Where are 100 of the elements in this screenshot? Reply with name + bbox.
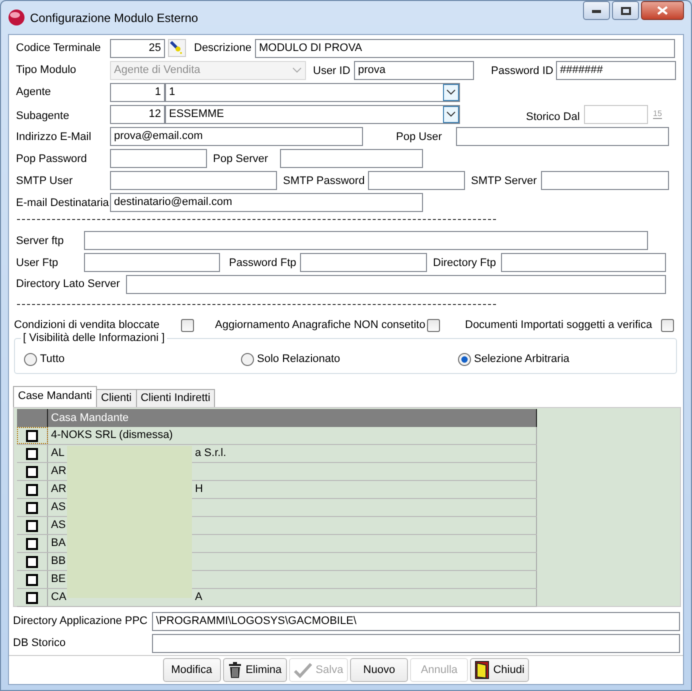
field-label: Password ID — [491, 64, 554, 80]
text-field[interactable] — [110, 170, 277, 190]
toolbar-button[interactable]: Chiudi — [470, 658, 530, 682]
text-field[interactable] — [368, 170, 465, 190]
row-checkbox[interactable] — [26, 574, 38, 586]
checkbox[interactable] — [181, 318, 194, 332]
minimize-button[interactable] — [583, 1, 610, 20]
field-label: Descrizione — [194, 40, 252, 56]
field-label: Directory Lato Server — [16, 276, 121, 292]
row-checkbox[interactable] — [26, 520, 38, 532]
app-logo-icon — [8, 9, 25, 26]
table-cell-text: AR — [51, 464, 67, 479]
checkbox-label: Aggiornamento Anagrafiche NON consetito — [215, 318, 426, 333]
text-field[interactable]: \PROGRAMMI\LOGOSYS\GACMOBILE\ — [152, 612, 680, 630]
field-label: Pop User — [396, 130, 443, 146]
text-field[interactable] — [501, 252, 666, 272]
checkmark-icon — [294, 662, 312, 678]
door-icon — [475, 661, 490, 679]
maximize-icon — [620, 6, 630, 14]
field-label: Server ftp — [16, 234, 65, 250]
trash-icon — [228, 662, 242, 678]
table-cell-text: H — [195, 482, 203, 497]
dropdown[interactable]: ESSEMME — [165, 104, 460, 124]
text-field[interactable]: 25 — [110, 38, 165, 58]
chevron-down-icon — [446, 111, 456, 117]
tab[interactable]: Clienti — [96, 389, 137, 407]
field-label: Pop Password — [16, 152, 88, 168]
text-field[interactable] — [300, 252, 427, 272]
text-field[interactable]: prova — [354, 60, 474, 80]
date-field[interactable] — [584, 104, 648, 124]
field-label: Agente — [16, 84, 52, 100]
text-field[interactable]: prova@email.com — [110, 126, 363, 146]
chevron-down-icon — [292, 67, 302, 73]
row-checkbox[interactable] — [26, 430, 38, 442]
minimize-icon — [592, 8, 601, 12]
dropdown[interactable]: 1 — [165, 82, 460, 102]
table-cell-text: 4-NOKS SRL (dismessa) — [51, 428, 173, 443]
radio-icon — [24, 352, 37, 366]
row-checkbox[interactable] — [26, 466, 38, 478]
field-label: Directory Ftp — [433, 256, 497, 272]
field-label: Subagente — [16, 108, 70, 124]
field-label: Pop Server — [213, 152, 270, 168]
tab[interactable]: Case Mandanti — [13, 386, 97, 407]
row-checkbox[interactable] — [26, 448, 38, 460]
checkbox[interactable] — [427, 318, 440, 332]
flashlight-icon[interactable] — [168, 39, 186, 57]
table-cell-text: A — [195, 590, 202, 605]
radio-button[interactable]: Tutto — [24, 350, 241, 368]
field-label: E-mail Destinataria — [16, 196, 110, 212]
table-cell-text: BA — [51, 536, 67, 551]
code-field[interactable]: 12 — [110, 104, 165, 124]
field-label: SMTP User — [16, 174, 74, 190]
checkbox-label: Documenti Importati soggetti a verifica — [465, 318, 652, 333]
text-field[interactable] — [84, 252, 220, 272]
text-field[interactable]: destinatario@email.com — [110, 192, 423, 212]
chevron-down-icon — [446, 89, 456, 95]
field-label: User Ftp — [16, 256, 60, 272]
checkbox-label: Condizioni di vendita bloccate — [14, 318, 160, 332]
window-title: Configurazione Modulo Esterno — [30, 10, 198, 26]
code-field[interactable]: 1 — [110, 82, 165, 102]
field-label: SMTP Password — [283, 174, 366, 190]
table-cell-text: a S.r.l. — [195, 446, 226, 461]
group-title: [ Visibilità delle Informazioni ] — [21, 331, 167, 345]
row-checkbox[interactable] — [26, 502, 38, 514]
text-field[interactable] — [110, 148, 207, 168]
text-field[interactable]: MODULO DI PROVA — [255, 38, 675, 58]
radio-button[interactable]: Solo Relazionato — [241, 350, 458, 368]
field-label: SMTP Server — [471, 174, 538, 190]
text-field[interactable] — [541, 170, 669, 190]
radio-icon — [458, 352, 471, 366]
close-icon — [657, 6, 668, 15]
tab[interactable]: Clienti Indiretti — [136, 389, 216, 407]
toolbar-button[interactable]: Elimina — [222, 658, 287, 682]
radio-icon — [241, 352, 254, 366]
text-field[interactable] — [126, 274, 666, 294]
row-checkbox[interactable] — [26, 592, 38, 604]
text-field[interactable] — [84, 230, 648, 250]
radio-button[interactable]: Selezione Arbitraria — [458, 350, 570, 368]
maximize-button[interactable] — [612, 1, 639, 20]
checkbox[interactable] — [661, 318, 674, 332]
row-checkbox[interactable] — [26, 556, 38, 568]
text-field[interactable] — [456, 126, 669, 146]
table-cell-text: BB — [51, 554, 67, 569]
field-label: Tipo Modulo — [16, 62, 78, 78]
table-cell-text: AS — [51, 518, 67, 533]
text-field[interactable] — [152, 634, 680, 652]
table-cell-text: AS — [51, 500, 67, 515]
table-cell-text: BE — [51, 572, 67, 587]
row-checkbox[interactable] — [26, 484, 38, 496]
toolbar-button[interactable]: Nuovo — [350, 658, 408, 682]
column-header: Casa Mandante — [48, 409, 537, 427]
field-label: Storico Dal — [526, 110, 581, 125]
password-field[interactable]: ####### — [556, 60, 676, 80]
toolbar-button[interactable]: Modifica — [162, 658, 221, 682]
field-label: Password Ftp — [229, 256, 298, 272]
text-field[interactable] — [280, 148, 423, 168]
close-button[interactable] — [641, 1, 684, 20]
field-label: Indirizzo E-Mail — [16, 130, 92, 146]
row-checkbox[interactable] — [26, 538, 38, 550]
field-label: Directory Applicazione PPC — [13, 614, 149, 629]
